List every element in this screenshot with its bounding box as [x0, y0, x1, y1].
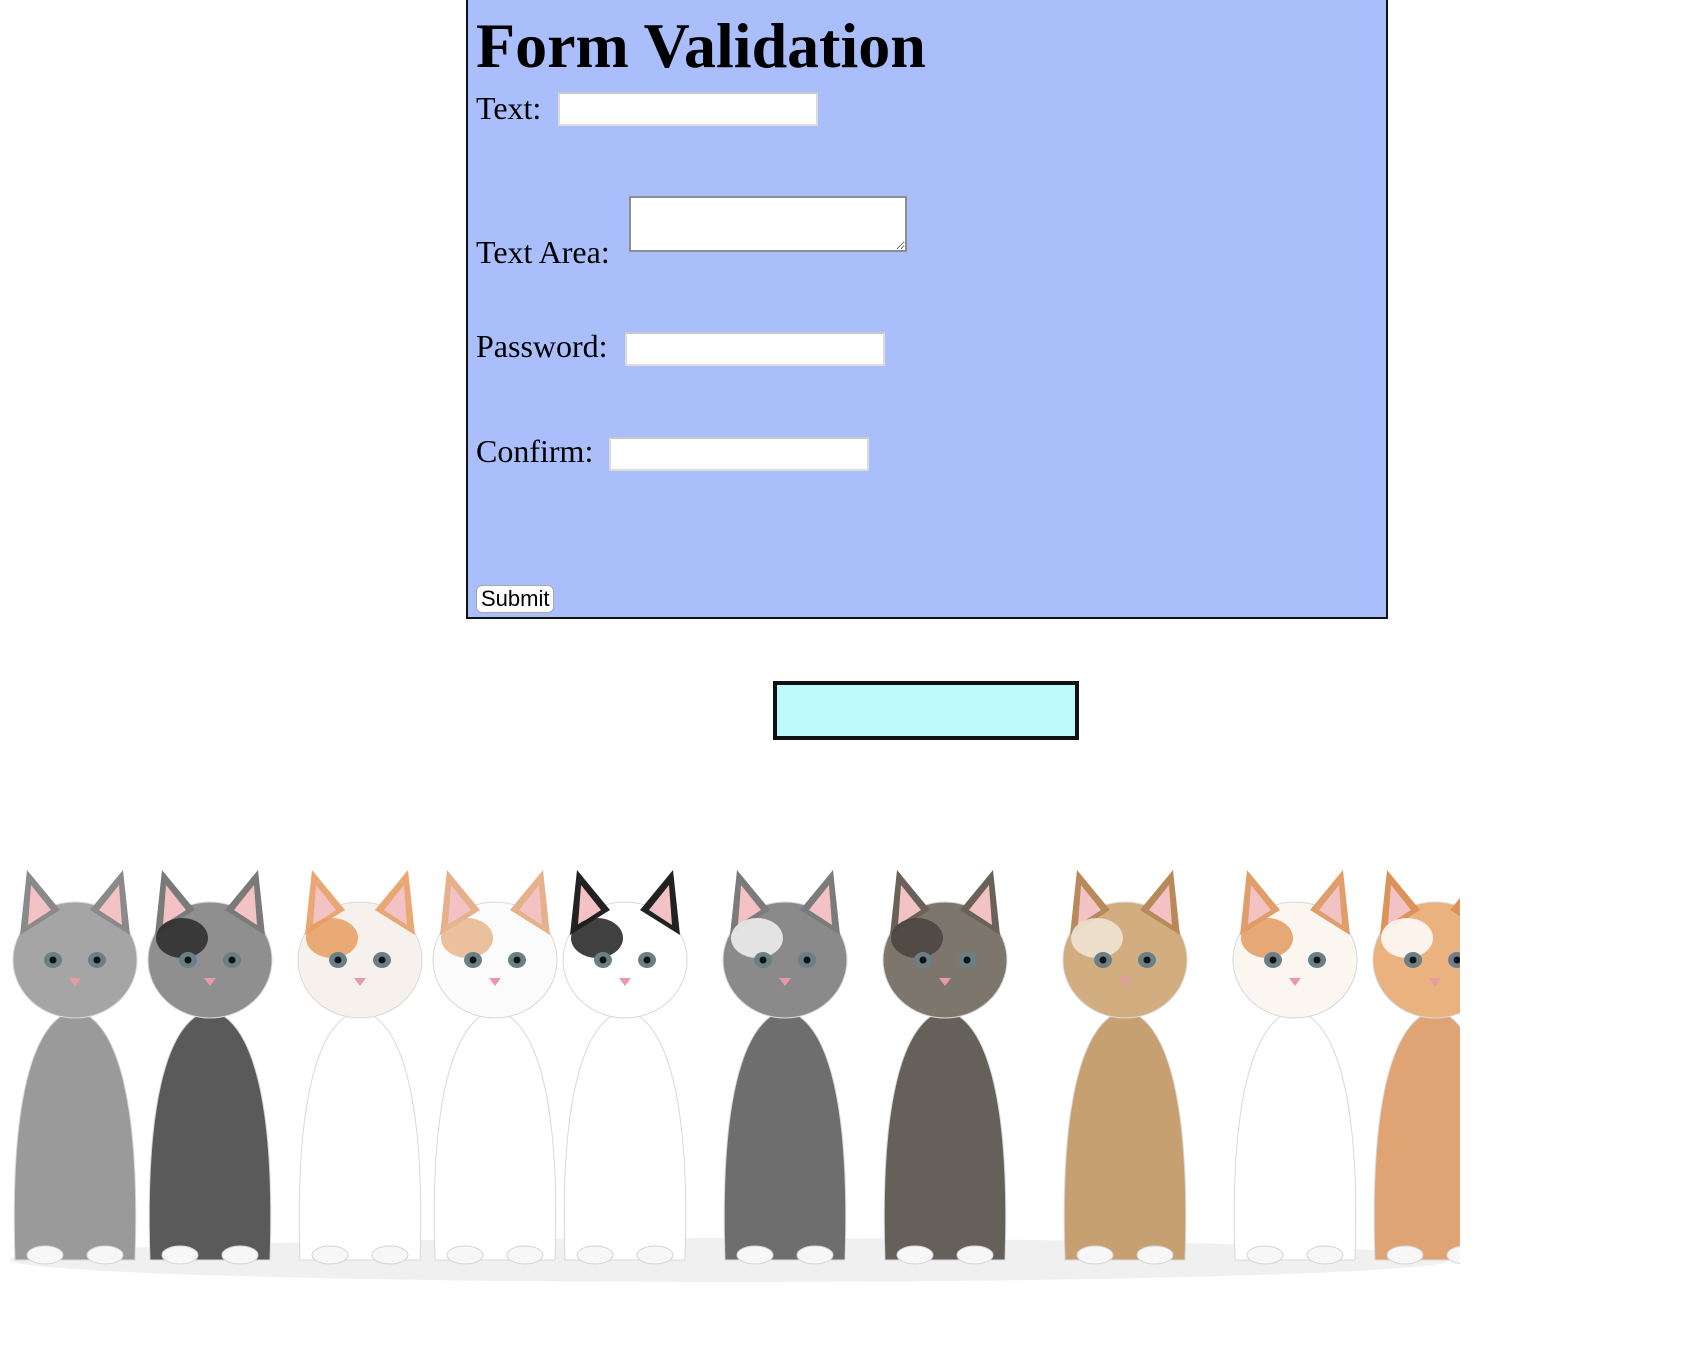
kittens-image: [10, 870, 1460, 1282]
submit-button[interactable]: Submit: [476, 585, 555, 613]
text-input[interactable]: [558, 92, 818, 126]
kitten-3: [297, 870, 423, 1265]
text-area-label: Text Area:: [476, 234, 610, 270]
kitten-7: [882, 870, 1008, 1265]
kitten-9: [1232, 870, 1358, 1265]
kitten-6: [722, 870, 848, 1265]
password-label: Password:: [476, 328, 608, 364]
password-input[interactable]: [625, 332, 885, 366]
kitten-5: [562, 870, 688, 1265]
kitten-4: [432, 870, 558, 1265]
kitten-2: [147, 870, 273, 1265]
text-label: Text:: [476, 90, 542, 126]
kitten-1: [12, 870, 138, 1265]
text-area-input[interactable]: [629, 196, 907, 252]
validation-message-box: [773, 681, 1079, 740]
kitten-8: [1062, 870, 1188, 1265]
confirm-label: Confirm:: [476, 433, 594, 469]
kitten-10: [1372, 870, 1460, 1265]
form-title: Form Validation: [476, 10, 926, 81]
confirm-input[interactable]: [609, 437, 869, 471]
form-panel: Form Validation Text: Text Area: Passwor…: [466, 0, 1388, 619]
